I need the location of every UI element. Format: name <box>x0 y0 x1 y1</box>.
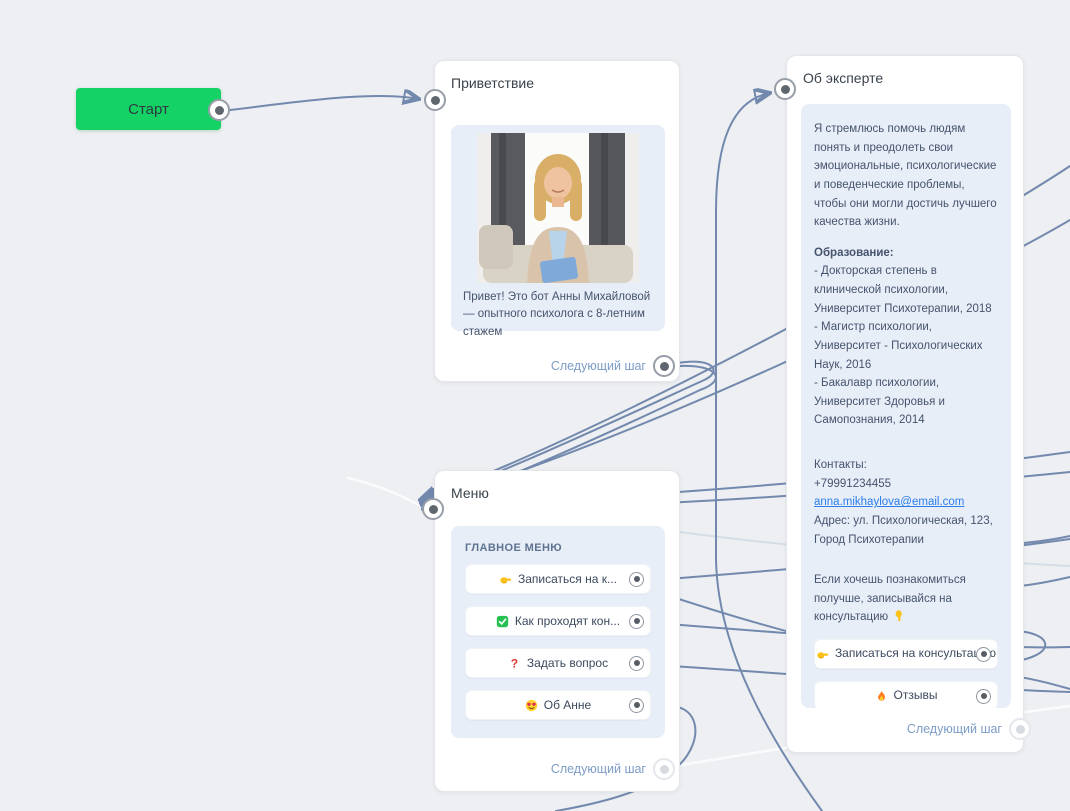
expert-button-reviews-port[interactable] <box>976 689 991 704</box>
menu-next-port[interactable] <box>653 758 675 780</box>
svg-text:?: ? <box>511 657 518 670</box>
greeting-caption: Привет! Это бот Анны Михайловой — опытно… <box>459 289 657 341</box>
expert-button-signup-port[interactable] <box>976 647 991 662</box>
node-greeting[interactable]: Приветствие Приве <box>434 60 680 382</box>
education-item: - Магистр психологии, Университет - Псих… <box>814 318 998 374</box>
next-step-label: Следующий шаг <box>551 359 646 373</box>
wire-start-to-greeting <box>230 96 419 110</box>
heart-eyes-icon <box>525 699 538 712</box>
contact-address: Адрес: ул. Психологическая, 123, Город П… <box>814 512 998 549</box>
node-menu-title: Меню <box>435 471 679 501</box>
education-item: - Бакалавр психологии, Университет Здоро… <box>814 374 998 430</box>
menu-button-about-label: Об Анне <box>544 698 591 712</box>
point-right-icon <box>499 573 512 586</box>
psychologist-photo <box>477 133 639 283</box>
menu-button-how-label: Как проходят кон... <box>515 614 620 628</box>
expert-cta-text: Если хочешь познакомиться получше, запис… <box>814 574 966 623</box>
point-down-icon <box>893 609 906 622</box>
menu-button-about-port[interactable] <box>629 698 644 713</box>
expert-contacts: Контакты: +79991234455 anna.mikhaylova@e… <box>814 456 998 549</box>
start-output-port[interactable] <box>208 99 230 121</box>
menu-next-step: Следующий шаг <box>551 758 675 780</box>
expert-next-port[interactable] <box>1009 718 1031 740</box>
contacts-heading: Контакты: <box>814 456 998 475</box>
expert-message-bubble: Я стремлюсь помочь людям понять и преодо… <box>801 104 1011 708</box>
contact-phone: +79991234455 <box>814 475 998 494</box>
question-mark-icon: ? <box>508 657 521 670</box>
expert-next-step: Следующий шаг <box>907 718 1031 740</box>
expert-input-port[interactable] <box>774 78 796 100</box>
start-node[interactable]: Старт <box>76 88 221 130</box>
menu-message-bubble: ГЛАВНОЕ МЕНЮ Записаться на к... Как прох… <box>451 526 665 738</box>
next-step-label: Следующий шаг <box>551 762 646 776</box>
education-heading: Образование: <box>814 244 998 263</box>
expert-education: Образование: - Докторская степень в клин… <box>814 244 998 430</box>
menu-button-how-port[interactable] <box>629 614 644 629</box>
menu-button-question-port[interactable] <box>629 656 644 671</box>
education-item: - Докторская степень в клинической психо… <box>814 262 998 318</box>
main-menu-label: ГЛАВНОЕ МЕНЮ <box>465 542 651 554</box>
start-label: Старт <box>128 101 169 118</box>
greeting-input-port[interactable] <box>424 89 446 111</box>
menu-button-question-label: Задать вопрос <box>527 656 608 670</box>
menu-button-signup[interactable]: Записаться на к... <box>465 564 651 594</box>
expert-button-signup[interactable]: Записаться на консультацию <box>814 639 998 669</box>
flow-canvas[interactable]: Старт Приветствие <box>0 0 1070 811</box>
expert-cta: Если хочешь познакомиться получше, запис… <box>814 571 998 627</box>
expert-intro: Я стремлюсь помочь людям понять и преодо… <box>814 120 998 232</box>
expert-button-reviews-label: Отзывы <box>894 686 938 705</box>
greeting-next-port[interactable] <box>653 355 675 377</box>
menu-button-how[interactable]: Как проходят кон... <box>465 606 651 636</box>
next-step-label: Следующий шаг <box>907 722 1002 736</box>
greeting-message-bubble: Привет! Это бот Анны Михайловой — опытно… <box>451 125 665 331</box>
menu-button-signup-port[interactable] <box>629 572 644 587</box>
menu-button-signup-label: Записаться на к... <box>518 572 617 586</box>
point-right-icon <box>816 648 829 661</box>
fire-icon <box>875 690 888 703</box>
node-menu[interactable]: Меню ГЛАВНОЕ МЕНЮ Записаться на к... Как… <box>434 470 680 792</box>
greeting-next-step: Следующий шаг <box>551 355 675 377</box>
node-expert-title: Об эксперте <box>787 56 1023 86</box>
menu-button-question[interactable]: ? Задать вопрос <box>465 648 651 678</box>
contact-email-link[interactable]: anna.mikhaylova@email.com <box>814 496 964 508</box>
expert-button-reviews[interactable]: Отзывы <box>814 681 998 708</box>
node-expert[interactable]: Об эксперте Я стремлюсь помочь людям пон… <box>786 55 1024 753</box>
check-mark-icon <box>496 615 509 628</box>
menu-input-port[interactable] <box>422 498 444 520</box>
menu-button-about[interactable]: Об Анне <box>465 690 651 720</box>
expert-button-signup-label: Записаться на консультацию <box>835 644 996 663</box>
node-greeting-title: Приветствие <box>435 61 679 91</box>
